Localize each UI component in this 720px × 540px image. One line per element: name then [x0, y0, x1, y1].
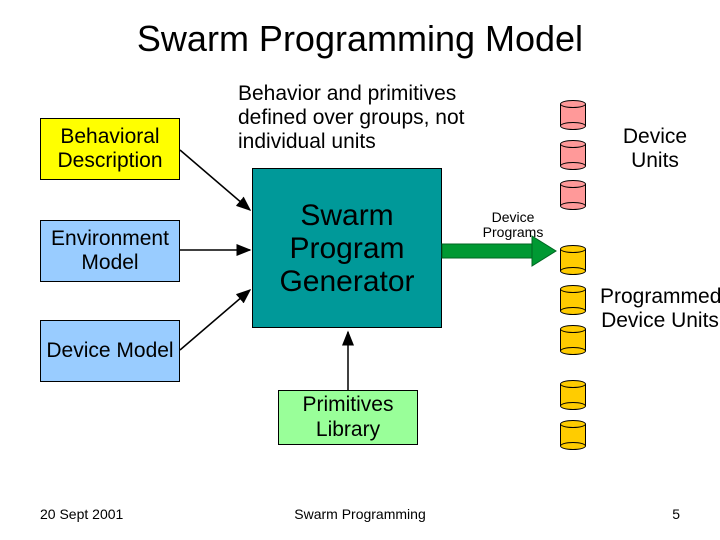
slide-title: Swarm Programming Model: [0, 18, 720, 60]
footer-page-number: 5: [672, 506, 680, 522]
swarm-program-generator-label: Swarm Program Generator: [253, 199, 441, 298]
device-unit-cylinder: [560, 140, 586, 170]
device-unit-cylinder: [560, 100, 586, 130]
device-model-label: Device Model: [46, 339, 173, 363]
device-model-box: Device Model: [40, 320, 180, 382]
environment-model-box: Environment Model: [40, 220, 180, 282]
programmed-device-units-label: Programmed Device Units: [600, 285, 720, 333]
programmed-device-unit-cylinder: [560, 285, 586, 315]
programmed-device-unit-cylinder: [560, 325, 586, 355]
device-programs-label: Device Programs: [478, 210, 548, 241]
primitives-library-label: Primitives Library: [279, 393, 417, 441]
programmed-device-unit-cylinder: [560, 245, 586, 275]
device-unit-cylinder: [560, 180, 586, 210]
behavioral-description-box: Behavioral Description: [40, 118, 180, 180]
primitives-library-box: Primitives Library: [278, 390, 418, 445]
swarm-program-generator-box: Swarm Program Generator: [252, 168, 442, 328]
programmed-device-unit-cylinder: [560, 380, 586, 410]
programmed-device-unit-cylinder: [560, 420, 586, 450]
device-units-label: Device Units: [610, 125, 700, 173]
caption-text: Behavior and primitives defined over gro…: [238, 82, 498, 154]
footer-center: Swarm Programming: [0, 506, 720, 522]
behavioral-description-label: Behavioral Description: [41, 125, 179, 173]
environment-model-label: Environment Model: [41, 227, 179, 275]
